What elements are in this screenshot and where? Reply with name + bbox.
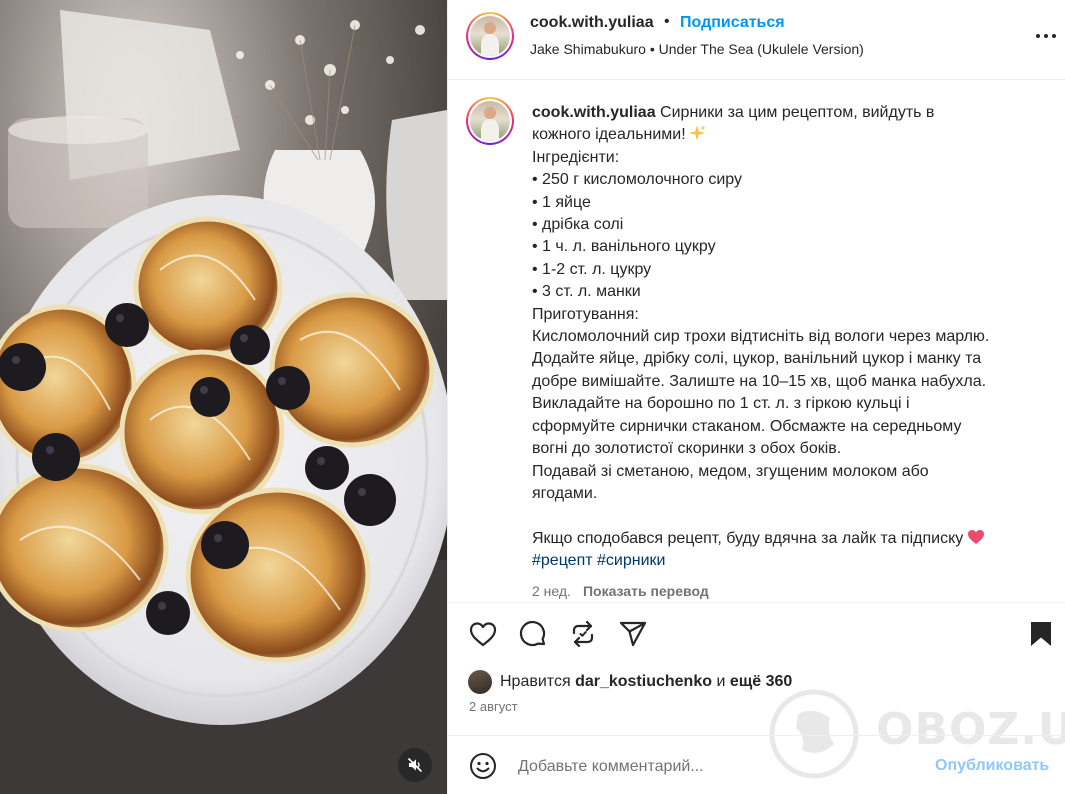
caption-line: Кисломолочний сир трохи відтисніть від в… [532,328,990,346]
watermark-text: OBOZ.UA [876,704,1065,755]
publish-comment-button[interactable]: Опубликовать [935,757,1049,775]
caption-line: Приготування: [532,305,639,323]
caption-line: вогні до золотистої скоринки з обох бокі… [532,440,842,458]
caption-line: добре вимішайте. Залиште на 10–15 хв, що… [532,372,987,390]
caption-line: Викладайте на борошно по 1 ст. л. з гірк… [532,395,910,413]
likes-summary: Нравится dar_kostiuchenko и ещё 360 [468,669,792,695]
caption-line: Інгредієнти: [532,148,620,166]
caption-line: Додайте яйце, дрібку солі, цукор, ваніль… [532,350,982,368]
caption-author-avatar[interactable] [466,97,514,145]
pink-heart-emoji-icon [968,529,985,544]
post-details-panel: cook.with.yuliaa • Подписаться Jake Shim… [447,0,1065,794]
more-horizontal-icon[interactable] [1034,26,1058,46]
comment-input[interactable] [518,752,918,782]
caption-line: Сирники за цим рецептом, вийдуть в [660,104,935,121]
follow-button[interactable]: Подписаться [680,14,785,32]
caption-line: кожного ідеальними! [532,126,686,144]
caption-line: ягодами. [532,484,598,502]
emoji-smiley-icon[interactable] [468,751,498,781]
author-avatar[interactable] [466,12,514,60]
show-translation-button[interactable]: Показать перевод [583,583,709,599]
speaker-muted-icon [407,757,423,773]
caption-username[interactable]: cook.with.yuliaa [532,104,656,121]
sparkles-emoji-icon [688,125,706,142]
caption-line: Подавай зі сметаною, медом, згущеним мол… [532,462,929,480]
author-username[interactable]: cook.with.yuliaa [530,14,654,32]
comment-divider [448,735,1065,736]
caption-line: • 1 ч. л. ванільного цукру [532,238,716,256]
caption-line: • 1 яйце [532,193,591,211]
caption-line: • 1-2 ст. л. цукру [532,260,652,278]
comment-bubble-icon[interactable] [518,619,548,649]
heart-outline-icon[interactable] [468,619,498,649]
hashtag-link[interactable]: #сирники [597,552,665,569]
share-paper-plane-icon[interactable] [618,619,648,649]
caption-line: • 250 г кисломолочного сиру [532,171,742,189]
caption-time-ago: 2 нед. [532,583,571,599]
header-separator: • [664,13,670,30]
likes-count-link[interactable]: ещё 360 [730,673,792,690]
caption-line: • 3 ст. л. манки [532,283,641,301]
post-caption: cook.with.yuliaa Сирники за цим рецептом… [532,102,1047,573]
hashtag-link[interactable]: #рецепт [532,552,593,569]
caption-line: сформуйте сирнички стаканом. Обсмажте на… [532,417,962,435]
bookmark-filled-icon[interactable] [1026,619,1056,649]
post-date: 2 август [469,699,518,714]
repost-icon[interactable] [568,619,598,649]
likes-prefix: Нравится [500,673,571,690]
likes-conjunction: и [716,673,726,690]
caption-meta: 2 нед. Показать перевод [532,583,709,599]
caption-line: • дрібка солі [532,216,624,234]
syrnyky-photo [0,0,447,794]
mute-button[interactable] [398,748,432,782]
post-media[interactable] [0,0,447,794]
liker-username[interactable]: dar_kostiuchenko [575,673,712,690]
header-divider [448,79,1065,80]
audio-track-link[interactable]: Jake Shimabukuro • Under The Sea (Ukulel… [530,41,864,57]
actions-divider [448,602,1065,603]
liker-avatar[interactable] [468,670,492,694]
caption-line: Якщо сподобався рецепт, буду вдячна за л… [532,529,964,547]
